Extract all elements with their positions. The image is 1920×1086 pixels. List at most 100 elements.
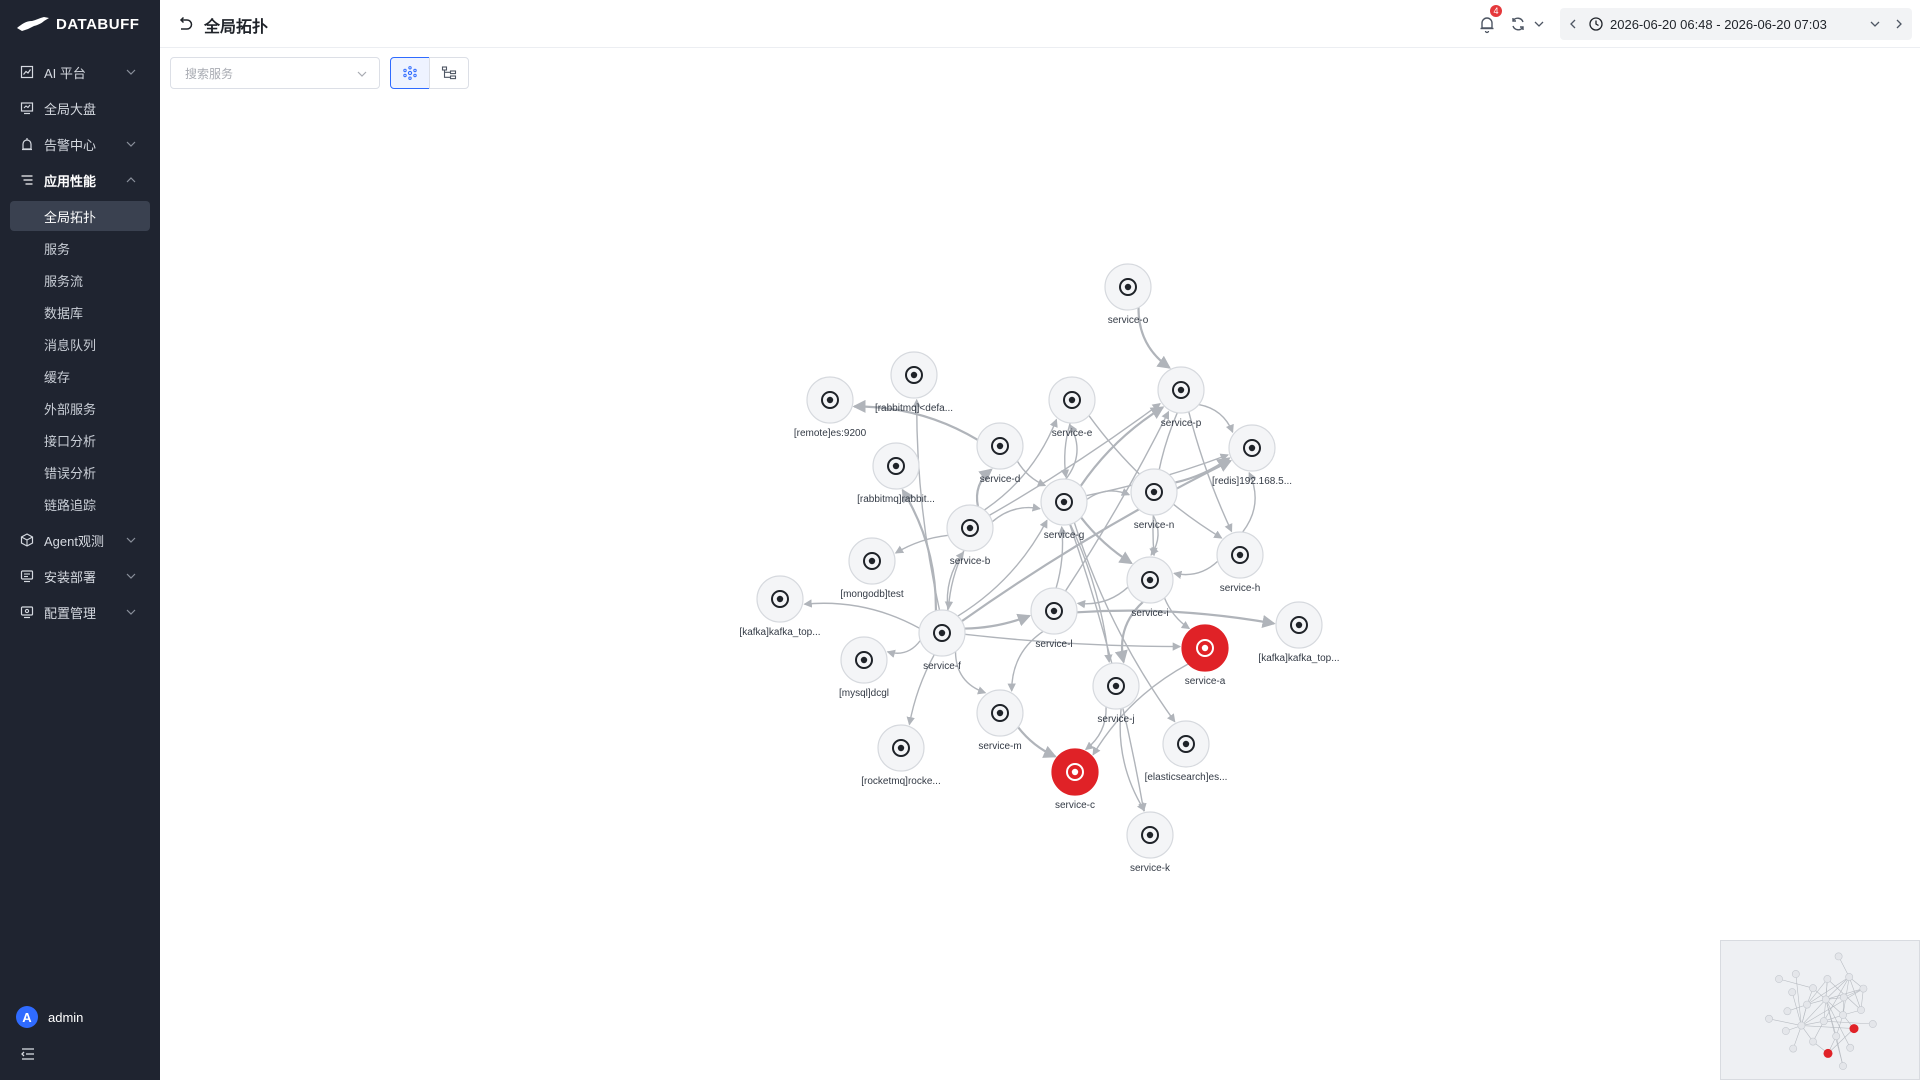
submenu-item-service-flow[interactable]: 服务流 [10,265,150,295]
chevron-down-icon [1870,21,1880,27]
topology-node[interactable]: service-a [1181,624,1229,687]
menu-item-app-performance[interactable]: 应用性能 [10,165,150,195]
topology-node[interactable]: service-f [918,609,966,672]
collapse-sidebar-icon[interactable] [20,1046,36,1062]
menu-label: 告警中心 [44,137,97,153]
topology-edge[interactable] [1017,726,1057,758]
topology-node[interactable]: service-o [1104,263,1152,326]
minimap-node [1783,1007,1792,1016]
minimap-node [1846,1043,1855,1052]
topology-edge[interactable] [1076,586,1129,609]
topology-node[interactable]: [remote]es:9200 [794,376,867,439]
topology-node[interactable]: service-m [976,689,1024,752]
refresh-icon[interactable] [1510,16,1526,32]
topology-canvas[interactable]: service-o service-p service-e service-d serv… [160,48,1920,1080]
submenu-item-trace[interactable]: 链路追踪 [10,489,150,519]
dashboard-icon [20,101,34,115]
node-label: [remote]es:9200 [794,428,867,439]
topology-node[interactable]: service-l [1030,587,1078,650]
minimap-node [1834,952,1843,961]
minimap-edge [1825,999,1851,1048]
node-label: service-o [1108,315,1149,326]
menu-item-install-deploy[interactable]: 安装部署 [10,561,150,591]
time-range-picker[interactable]: 2026-06-20 06:48 - 2026-06-20 07:03 [1560,8,1912,40]
submenu-item-message-queue[interactable]: 消息队列 [10,329,150,359]
menu-item-alert-center[interactable]: 告警中心 [10,129,150,159]
node-label: service-h [1220,583,1261,594]
service-target-dot [776,595,784,603]
submenu-item-database[interactable]: 数据库 [10,297,150,327]
chevron-down-icon [126,609,136,615]
topology-edge[interactable] [1198,403,1234,434]
topology-node[interactable]: [kafka]kafka_top... [739,575,821,638]
next-range-button[interactable] [1886,8,1912,40]
topology-node[interactable]: service-e [1048,376,1096,439]
topology-node[interactable]: [elasticsearch]es... [1145,720,1228,783]
minimap-node [1839,993,1848,1002]
node-label: service-e [1052,428,1093,439]
chevron-down-icon[interactable] [1532,17,1546,31]
minimap-node [1789,1044,1798,1053]
topology-edge[interactable] [803,599,920,629]
menu-item-agent-observe[interactable]: Agent观测 [10,525,150,555]
menu-item-global-dashboard[interactable]: 全局大盘 [10,93,150,123]
topology-edge[interactable] [1173,560,1219,579]
service-target-dot [1146,831,1154,839]
topology-graph[interactable]: service-o service-p service-e service-d serv… [160,48,1920,1080]
refresh-control[interactable] [1510,14,1550,34]
user-profile[interactable]: A admin [16,1006,83,1028]
submenu-item-external-services[interactable]: 外部服务 [10,393,150,423]
topology-node[interactable]: [rabbitmq]rabbit... [857,442,935,505]
topology-node[interactable]: service-b [946,504,994,567]
topology-minimap[interactable] [1720,940,1920,1080]
submenu-item-interface-analysis[interactable]: 接口分析 [10,425,150,455]
notification-badge: 4 [1490,5,1502,17]
topology-node[interactable]: service-j [1092,662,1140,725]
minimap-node [1859,984,1868,993]
node-label: service-g [1044,530,1085,541]
previous-range-button[interactable] [1560,8,1586,40]
topology-node[interactable]: service-h [1216,531,1264,594]
node-label: service-b [950,556,991,567]
submenu-item-global-topology[interactable]: 全局拓扑 [10,201,150,231]
topology-node[interactable]: [mysql]dcgl [839,636,889,699]
topology-edge[interactable] [954,651,987,695]
node-label: service-f [923,661,961,672]
topology-node[interactable]: service-i [1126,556,1174,619]
bell-icon[interactable] [1478,14,1496,34]
service-target-dot [860,656,868,664]
menu-item-config-management[interactable]: 配置管理 [10,597,150,627]
topology-node[interactable]: service-k [1126,811,1174,874]
topology-node[interactable]: service-g [1040,478,1088,541]
topology-node[interactable]: service-c [1051,748,1099,811]
menu-item-ai-platform[interactable]: AI 平台 [10,57,150,87]
back-icon[interactable] [176,15,194,33]
brand-logo[interactable]: DATABUFF [16,12,139,36]
submenu-item-cache[interactable]: 缓存 [10,361,150,391]
topology-node[interactable]: [mongodb]test [840,537,904,600]
minimap-node [1832,1032,1841,1041]
minimap-edge [1801,1025,1855,1029]
topology-edge[interactable] [901,488,937,611]
service-target-dot [892,462,900,470]
topology-node[interactable]: service-n [1130,468,1178,531]
minimap-edge [1795,973,1802,1026]
topology-edge[interactable] [964,613,1032,630]
minimap-graph[interactable] [1721,941,1920,1081]
time-range-dropdown[interactable] [1864,8,1886,40]
topology-edge[interactable] [894,534,949,554]
time-range-text[interactable]: 2026-06-20 06:48 - 2026-06-20 07:03 [1610,17,1864,32]
minimap-node [1803,1000,1811,1009]
menu-label: 配置管理 [44,605,97,621]
node-label: service-m [978,741,1021,752]
submenu-item-services[interactable]: 服务 [10,233,150,263]
topology-node[interactable]: [kafka]kafka_top... [1258,601,1340,664]
topology-edge[interactable] [1080,516,1133,565]
install-icon [20,569,34,583]
topology-edge[interactable] [886,640,921,658]
topology-node[interactable]: [rabbitmq]<defa... [875,351,953,414]
topology-node[interactable]: [rocketmq]rocke... [861,724,941,787]
topology-node[interactable]: service-d [976,422,1024,485]
topology-node[interactable]: service-p [1157,366,1205,429]
submenu-item-error-analysis[interactable]: 错误分析 [10,457,150,487]
